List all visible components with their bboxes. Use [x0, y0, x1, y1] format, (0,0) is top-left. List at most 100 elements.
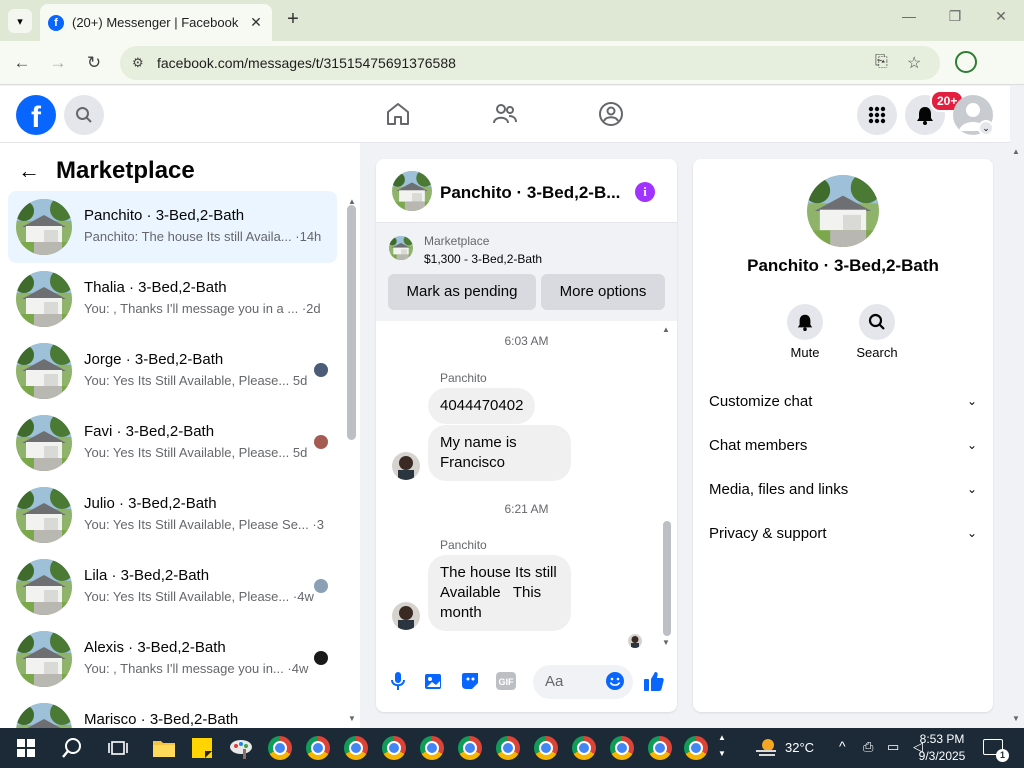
sidebar-scrollbar[interactable] — [347, 205, 356, 440]
gif-icon[interactable]: GIF — [495, 670, 517, 692]
listing-price[interactable]: $1,300 - 3-Bed,2-Bath — [424, 252, 542, 266]
site-settings-icon[interactable]: ⚙ — [132, 55, 144, 71]
conversation-item[interactable]: Panchito · 3-Bed,2-Bath Panchito: The ho… — [8, 191, 337, 263]
chat-scrollbar[interactable] — [663, 521, 671, 636]
search-conversation-button[interactable]: Search — [847, 304, 907, 360]
sticky-notes-icon[interactable] — [188, 734, 216, 762]
camera-icon[interactable]: ⎙ — [863, 739, 873, 755]
back-arrow-icon[interactable]: ← — [18, 158, 40, 184]
photo-icon[interactable] — [423, 670, 445, 692]
window-close-icon[interactable]: ✕ — [986, 8, 1016, 25]
scroll-down-arrow-icon[interactable]: ▼ — [348, 714, 356, 723]
conversation-preview: You: Yes Its Still Available, Please... … — [84, 373, 308, 388]
scroll-down-arrow-icon[interactable]: ▼ — [662, 638, 670, 647]
reload-icon[interactable]: ↻ — [82, 51, 106, 75]
emoji-icon[interactable] — [604, 670, 626, 692]
conversation-item[interactable]: Jorge · 3-Bed,2-Bath You: Yes Its Still … — [8, 335, 337, 407]
microphone-icon[interactable] — [387, 670, 409, 692]
back-arrow-icon[interactable]: ← — [10, 51, 34, 75]
tray-chevron-icon[interactable]: ^ — [839, 738, 846, 754]
page-scroll-down-icon[interactable]: ▼ — [1012, 714, 1020, 723]
chrome-icon[interactable] — [266, 734, 294, 762]
task-view-icon[interactable] — [104, 734, 132, 762]
restore-icon[interactable]: ❐ — [940, 8, 970, 25]
privacy-support-row[interactable]: Privacy & support ⌄ — [709, 521, 977, 545]
home-icon[interactable] — [384, 100, 412, 128]
account-chevron-icon[interactable]: ⌄ — [978, 120, 994, 136]
chrome-icon[interactable] — [304, 734, 332, 762]
forward-arrow-icon[interactable]: → — [46, 51, 70, 75]
media-files-links-row[interactable]: Media, files and links ⌄ — [709, 477, 977, 501]
chrome-icon[interactable] — [418, 734, 446, 762]
message-bubble[interactable]: My name is Francisco — [428, 425, 571, 481]
info-icon[interactable]: i — [635, 182, 655, 202]
facebook-logo[interactable]: f — [16, 95, 56, 135]
chrome-icon[interactable] — [646, 734, 674, 762]
scroll-up-arrow-icon[interactable]: ▲ — [662, 325, 670, 334]
tab-list-chevron-icon[interactable]: ▾ — [8, 9, 32, 33]
listing-thumbnail[interactable] — [807, 175, 879, 247]
search-icon[interactable] — [64, 95, 104, 135]
conversation-item[interactable]: Favi · 3-Bed,2-Bath You: Yes Its Still A… — [8, 407, 337, 479]
taskbar-overflow-arrows-icon[interactable]: ▲ ▼ — [718, 730, 726, 762]
conversation-item[interactable]: Alexis · 3-Bed,2-Bath You: , Thanks I'll… — [8, 623, 337, 695]
clock-date[interactable]: 9/3/2025 — [912, 749, 972, 763]
thumbs-up-icon[interactable] — [643, 670, 665, 692]
sender-avatar[interactable] — [392, 602, 420, 630]
bookmark-star-icon[interactable]: ☆ — [907, 53, 921, 73]
chrome-icon[interactable] — [532, 734, 560, 762]
page-scroll-up-icon[interactable]: ▲ — [1012, 147, 1020, 156]
mark-as-pending-button[interactable]: Mark as pending — [388, 274, 536, 310]
listing-thumbnail[interactable] — [389, 236, 413, 260]
chat-listing-thumbnail[interactable] — [392, 171, 432, 211]
install-app-icon[interactable]: ⎘ — [875, 53, 888, 71]
chat-members-row[interactable]: Chat members ⌄ — [709, 433, 977, 457]
chrome-icon[interactable] — [456, 734, 484, 762]
conversation-item[interactable]: Julio · 3-Bed,2-Bath You: Yes Its Still … — [8, 479, 337, 551]
more-options-button[interactable]: More options — [541, 274, 665, 310]
file-explorer-icon[interactable] — [150, 734, 178, 762]
conversation-name: Marisco · 3-Bed,2-Bath — [84, 711, 239, 728]
message-timestamp: 6:21 AM — [504, 502, 549, 516]
taskbar-search-icon[interactable] — [58, 734, 86, 762]
minimize-icon[interactable]: — — [894, 8, 924, 24]
customize-chat-row[interactable]: Customize chat ⌄ — [709, 389, 977, 413]
conversation-item[interactable]: Thalia · 3-Bed,2-Bath You: , Thanks I'll… — [8, 263, 337, 335]
clock-time[interactable]: 8:53 PM — [917, 732, 967, 746]
friends-icon[interactable] — [491, 100, 519, 128]
address-bar[interactable]: ⚙ facebook.com/messages/t/31515475691376… — [120, 46, 940, 80]
conversation-item[interactable]: Lila · 3-Bed,2-Bath You: Yes Its Still A… — [8, 551, 337, 623]
groups-icon[interactable] — [597, 100, 625, 128]
new-tab-plus-icon[interactable]: + — [282, 9, 304, 31]
tab-close-icon[interactable]: ✕ — [248, 14, 264, 31]
chrome-icon[interactable] — [682, 734, 710, 762]
chrome-icon[interactable] — [494, 734, 522, 762]
marketplace-listing-card: Marketplace $1,300 - 3-Bed,2-Bath Mark a… — [376, 223, 677, 321]
conversation-name: Alexis · 3-Bed,2-Bath — [84, 639, 226, 656]
message-composer: GIF Aa — [376, 659, 677, 707]
browser-toolbar: ← → ↻ ⚙ facebook.com/messages/t/31515475… — [0, 41, 1024, 111]
chrome-icon[interactable] — [342, 734, 370, 762]
weather-icon[interactable] — [752, 734, 780, 762]
conversation-name: Panchito · 3-Bed,2-Bath — [84, 207, 245, 224]
chrome-icon[interactable] — [570, 734, 598, 762]
chrome-icon[interactable] — [380, 734, 408, 762]
message-bubble[interactable]: The house Its still Available This month — [428, 555, 571, 631]
facebook-favicon-icon: f — [48, 14, 64, 31]
sticker-icon[interactable] — [459, 670, 481, 692]
windows-start-icon[interactable] — [12, 734, 40, 762]
browser-profile-icon[interactable] — [955, 51, 977, 73]
mute-button[interactable]: Mute — [775, 304, 835, 360]
search-icon — [859, 304, 895, 340]
chrome-icon[interactable] — [608, 734, 636, 762]
network-icon[interactable]: ▭ — [887, 739, 899, 755]
paint-app-icon[interactable] — [227, 734, 255, 762]
sender-avatar[interactable] — [392, 452, 420, 480]
message-bubble[interactable]: 4044470402 — [428, 388, 536, 424]
conversation-item[interactable]: Marisco · 3-Bed,2-Bath — [8, 695, 337, 728]
menu-grid-icon[interactable] — [857, 95, 897, 135]
chevron-down-icon: ⌄ — [966, 394, 977, 408]
chat-title[interactable]: Panchito · 3-Bed,2-B... — [440, 183, 630, 203]
listing-thumbnail — [16, 199, 72, 255]
browser-tab[interactable]: f (20+) Messenger | Facebook ✕ — [40, 4, 272, 41]
